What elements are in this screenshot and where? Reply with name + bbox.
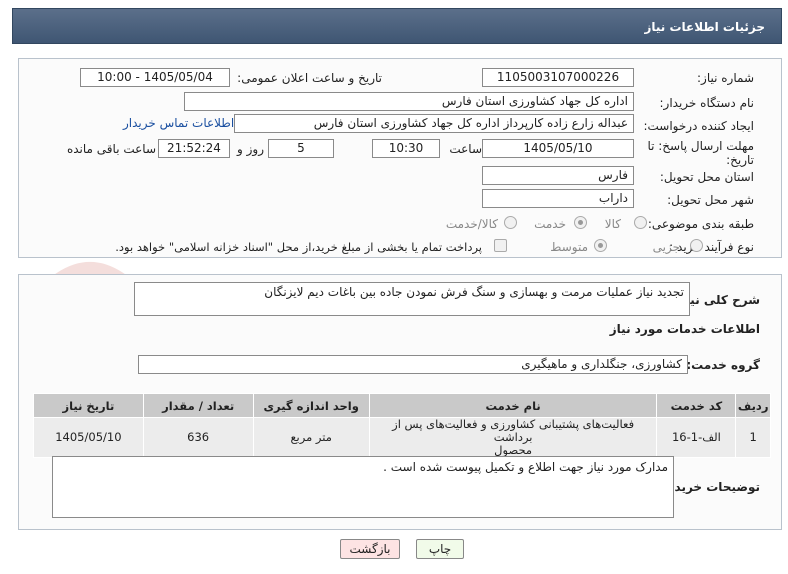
category-option-goods-service: کالا/خدمت xyxy=(445,217,498,231)
cell-service-name: فعالیت‌های پشتیبانی کشاورزی و فعالیت‌های… xyxy=(368,417,658,458)
category-option-service: خدمت xyxy=(534,217,566,231)
col-row: ردیف xyxy=(735,393,771,418)
service-group-label: گروه خدمت: xyxy=(686,358,760,372)
need-number-label: شماره نیاز: xyxy=(697,71,754,85)
back-button[interactable]: بازگشت xyxy=(340,539,400,559)
col-service-code: کد خدمت xyxy=(656,393,737,418)
buyer-notes-field: مدارک مورد نیاز جهت اطلاع و تکمیل پیوست … xyxy=(52,456,674,518)
cell-need-date: 1405/05/10 xyxy=(33,417,144,458)
services-table: ردیف کد خدمت نام خدمت واحد اندازه گیری ت… xyxy=(33,393,771,458)
buyer-contact-link[interactable]: اطلاعات تماس خریدار xyxy=(123,116,234,130)
col-quantity: تعداد / مقدار xyxy=(142,393,254,418)
creator-field: عبداله زارع زاده کارپرداز اداره کل جهاد … xyxy=(234,114,634,133)
category-radio-goods[interactable] xyxy=(634,216,647,229)
cell-row: 1 xyxy=(735,417,771,458)
print-button[interactable]: چاپ xyxy=(416,539,464,559)
category-radio-service[interactable] xyxy=(574,216,587,229)
service-name-line1: فعالیت‌های پشتیبانی کشاورزی و فعالیت‌های… xyxy=(392,417,635,444)
purchase-option-minor: جزیی xyxy=(652,240,680,254)
deadline-date-field: 1405/05/10 xyxy=(482,139,634,158)
col-need-date: تاریخ نیاز xyxy=(33,393,144,418)
deadline-label-2: تاریخ: xyxy=(726,153,754,167)
purchase-type-label: نوع فرآیند خرید : xyxy=(669,240,754,254)
need-number-field: 1105003107000226 xyxy=(482,68,634,87)
announce-date-field: 1405/05/04 - 10:00 xyxy=(80,68,230,87)
cell-service-code: الف-1-16 xyxy=(656,417,737,458)
city-field: داراب xyxy=(482,189,634,208)
deadline-time-field: 10:30 xyxy=(372,139,440,158)
service-group-field: کشاورزی، جنگلداری و ماهیگیری xyxy=(138,355,688,374)
col-service-name: نام خدمت xyxy=(368,393,658,418)
deadline-label: مهلت ارسال پاسخ: تا xyxy=(647,139,754,153)
days-label: روز و xyxy=(237,142,264,156)
city-label: شهر محل تحویل: xyxy=(667,193,754,207)
cell-unit: متر مربع xyxy=(252,417,370,458)
category-option-goods: کالا xyxy=(604,217,621,231)
announce-date-label: تاریخ و ساعت اعلان عمومی: xyxy=(237,71,382,85)
province-label: استان محل تحویل: xyxy=(659,170,754,184)
category-label: طبقه بندی موضوعی: xyxy=(647,217,754,231)
remaining-time-label: ساعت باقی مانده xyxy=(66,142,156,156)
page-title: جزئیات اطلاعات نیاز xyxy=(644,20,765,34)
services-table-header: ردیف کد خدمت نام خدمت واحد اندازه گیری ت… xyxy=(33,393,771,418)
buyer-org-label: نام دستگاه خریدار: xyxy=(659,96,755,110)
province-field: فارس xyxy=(482,166,634,185)
cell-quantity: 636 xyxy=(142,417,254,458)
page-header: جزئیات اطلاعات نیاز xyxy=(12,8,782,44)
purchase-radio-medium[interactable] xyxy=(594,239,607,252)
remaining-time-field: 21:52:24 xyxy=(158,139,230,158)
category-radio-goods-service[interactable] xyxy=(504,216,517,229)
table-row: 1 الف-1-16 فعالیت‌های پشتیبانی کشاورزی و… xyxy=(33,417,771,458)
purchase-radio-minor[interactable] xyxy=(690,239,703,252)
col-unit: واحد اندازه گیری xyxy=(252,393,370,418)
buyer-org-field: اداره کل جهاد کشاورزی استان فارس xyxy=(184,92,634,111)
days-remaining-field: 5 xyxy=(268,139,334,158)
deadline-time-label: ساعت xyxy=(449,142,482,156)
summary-field: تجدید نیاز عملیات مرمت و بهسازی و سنگ فر… xyxy=(134,282,690,316)
treasury-payment-note: پرداخت تمام یا بخشی از مبلغ خرید،از محل … xyxy=(115,240,482,254)
purchase-option-medium: متوسط xyxy=(550,240,588,254)
creator-label: ایجاد کننده درخواست: xyxy=(643,119,754,133)
services-section-title: اطلاعات خدمات مورد نیاز xyxy=(609,322,760,336)
treasury-payment-checkbox[interactable] xyxy=(494,239,507,252)
